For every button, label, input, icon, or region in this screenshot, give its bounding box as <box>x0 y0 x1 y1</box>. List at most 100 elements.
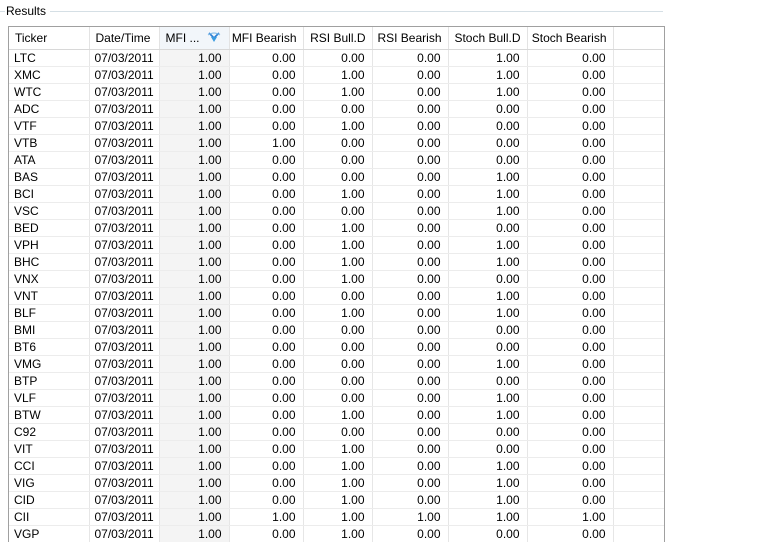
cell-date: 07/03/2011 <box>89 271 159 288</box>
cell-date: 07/03/2011 <box>89 339 159 356</box>
cell-rsi-bearish: 0.00 <box>372 220 448 237</box>
cell-stoch-bull: 1.00 <box>448 186 527 203</box>
cell-stoch-bull: 1.00 <box>448 407 527 424</box>
group-border-top <box>44 11 663 12</box>
column-header-ticker[interactable]: Ticker <box>9 27 89 50</box>
table-row[interactable]: LTC07/03/20111.000.000.000.001.000.00 <box>9 50 664 67</box>
table-row[interactable]: BED07/03/20111.000.001.000.000.000.00 <box>9 220 664 237</box>
table-row[interactable]: BAS07/03/20111.000.000.000.001.000.00 <box>9 169 664 186</box>
cell-rsi-bearish: 0.00 <box>372 169 448 186</box>
column-header-filler <box>613 27 664 50</box>
table-row[interactable]: VSC07/03/20111.000.000.000.001.000.00 <box>9 203 664 220</box>
cell-mfi: 1.00 <box>159 135 229 152</box>
cell-stoch-bearish: 0.00 <box>527 254 613 271</box>
cell-mfi: 1.00 <box>159 271 229 288</box>
results-grid[interactable]: Ticker Date/Time MFI ... MFI Bearish RSI… <box>8 26 665 542</box>
cell-date: 07/03/2011 <box>89 305 159 322</box>
cell-filler <box>613 101 664 118</box>
cell-stoch-bull: 0.00 <box>448 118 527 135</box>
column-header-mfi-bearish[interactable]: MFI Bearish <box>229 27 303 50</box>
cell-rsi-bull: 1.00 <box>303 237 372 254</box>
cell-mfi: 1.00 <box>159 254 229 271</box>
cell-rsi-bull: 1.00 <box>303 526 372 542</box>
table-row[interactable]: ATA07/03/20111.000.000.000.000.000.00 <box>9 152 664 169</box>
cell-rsi-bearish: 0.00 <box>372 492 448 509</box>
cell-date: 07/03/2011 <box>89 356 159 373</box>
cell-rsi-bull: 1.00 <box>303 67 372 84</box>
cell-filler <box>613 458 664 475</box>
table-row[interactable]: CII07/03/20111.001.001.001.001.001.00 <box>9 509 664 526</box>
cell-filler <box>613 135 664 152</box>
table-row[interactable]: VPH07/03/20111.000.001.000.001.000.00 <box>9 237 664 254</box>
cell-date: 07/03/2011 <box>89 254 159 271</box>
column-header-stoch-bearish[interactable]: Stoch Bearish <box>527 27 613 50</box>
cell-mfi: 1.00 <box>159 237 229 254</box>
cell-stoch-bearish: 0.00 <box>527 101 613 118</box>
cell-stoch-bull: 1.00 <box>448 305 527 322</box>
cell-mfi-bearish: 1.00 <box>229 135 303 152</box>
cell-mfi-bearish: 0.00 <box>229 84 303 101</box>
column-header-rsi-bearish[interactable]: RSI Bearish <box>372 27 448 50</box>
cell-rsi-bearish: 0.00 <box>372 118 448 135</box>
cell-filler <box>613 373 664 390</box>
cell-mfi: 1.00 <box>159 390 229 407</box>
cell-rsi-bull: 1.00 <box>303 475 372 492</box>
table-row[interactable]: VTB07/03/20111.001.000.000.000.000.00 <box>9 135 664 152</box>
cell-date: 07/03/2011 <box>89 118 159 135</box>
cell-stoch-bearish: 0.00 <box>527 441 613 458</box>
table-row[interactable]: WTC07/03/20111.000.001.000.001.000.00 <box>9 84 664 101</box>
table-row[interactable]: VTF07/03/20111.000.001.000.000.000.00 <box>9 118 664 135</box>
cell-mfi: 1.00 <box>159 339 229 356</box>
table-row[interactable]: CID07/03/20111.000.001.000.001.000.00 <box>9 492 664 509</box>
cell-rsi-bearish: 0.00 <box>372 305 448 322</box>
column-header-stoch-bull[interactable]: Stoch Bull.D <box>448 27 527 50</box>
cell-filler <box>613 84 664 101</box>
cell-mfi: 1.00 <box>159 322 229 339</box>
cell-filler <box>613 475 664 492</box>
table-row[interactable]: VLF07/03/20111.000.000.000.001.000.00 <box>9 390 664 407</box>
table-row[interactable]: BMI07/03/20111.000.000.000.000.000.00 <box>9 322 664 339</box>
cell-rsi-bearish: 0.00 <box>372 186 448 203</box>
cell-filler <box>613 390 664 407</box>
cell-mfi-bearish: 0.00 <box>229 492 303 509</box>
cell-filler <box>613 424 664 441</box>
sort-descending-icon <box>207 31 221 45</box>
table-row[interactable]: VIG07/03/20111.000.001.000.001.000.00 <box>9 475 664 492</box>
cell-mfi: 1.00 <box>159 407 229 424</box>
cell-rsi-bearish: 0.00 <box>372 152 448 169</box>
table-row[interactable]: VNX07/03/20111.000.001.000.000.000.00 <box>9 271 664 288</box>
table-row[interactable]: XMC07/03/20111.000.001.000.001.000.00 <box>9 67 664 84</box>
cell-mfi-bearish: 0.00 <box>229 305 303 322</box>
table-row[interactable]: ADC07/03/20111.000.000.000.000.000.00 <box>9 101 664 118</box>
cell-rsi-bearish: 0.00 <box>372 339 448 356</box>
table-row[interactable]: BHC07/03/20111.000.001.000.001.000.00 <box>9 254 664 271</box>
cell-ticker: BAS <box>9 169 89 186</box>
cell-mfi: 1.00 <box>159 305 229 322</box>
cell-mfi: 1.00 <box>159 356 229 373</box>
table-row[interactable]: BCI07/03/20111.000.001.000.001.000.00 <box>9 186 664 203</box>
cell-rsi-bearish: 0.00 <box>372 441 448 458</box>
column-header-rsi-bull[interactable]: RSI Bull.D <box>303 27 372 50</box>
cell-rsi-bull: 0.00 <box>303 288 372 305</box>
table-row[interactable]: BTW07/03/20111.000.001.000.001.000.00 <box>9 407 664 424</box>
table-row[interactable]: VNT07/03/20111.000.000.000.001.000.00 <box>9 288 664 305</box>
table-row[interactable]: VGP07/03/20111.000.001.000.000.000.00 <box>9 526 664 542</box>
cell-stoch-bull: 0.00 <box>448 101 527 118</box>
column-header-mfi[interactable]: MFI ... <box>159 27 229 50</box>
cell-ticker: VNX <box>9 271 89 288</box>
cell-filler <box>613 67 664 84</box>
table-row[interactable]: VMG07/03/20111.000.000.000.001.000.00 <box>9 356 664 373</box>
table-row[interactable]: C9207/03/20111.000.000.000.000.000.00 <box>9 424 664 441</box>
column-header-date[interactable]: Date/Time <box>89 27 159 50</box>
cell-mfi: 1.00 <box>159 509 229 526</box>
cell-filler <box>613 526 664 542</box>
table-row[interactable]: BLF07/03/20111.000.001.000.001.000.00 <box>9 305 664 322</box>
cell-rsi-bull: 0.00 <box>303 373 372 390</box>
table-row[interactable]: BT607/03/20111.000.000.000.000.000.00 <box>9 339 664 356</box>
table-row[interactable]: VIT07/03/20111.000.001.000.000.000.00 <box>9 441 664 458</box>
cell-rsi-bearish: 1.00 <box>372 509 448 526</box>
cell-stoch-bearish: 0.00 <box>527 322 613 339</box>
cell-mfi: 1.00 <box>159 458 229 475</box>
table-row[interactable]: BTP07/03/20111.000.000.000.000.000.00 <box>9 373 664 390</box>
table-row[interactable]: CCI07/03/20111.000.001.000.001.000.00 <box>9 458 664 475</box>
